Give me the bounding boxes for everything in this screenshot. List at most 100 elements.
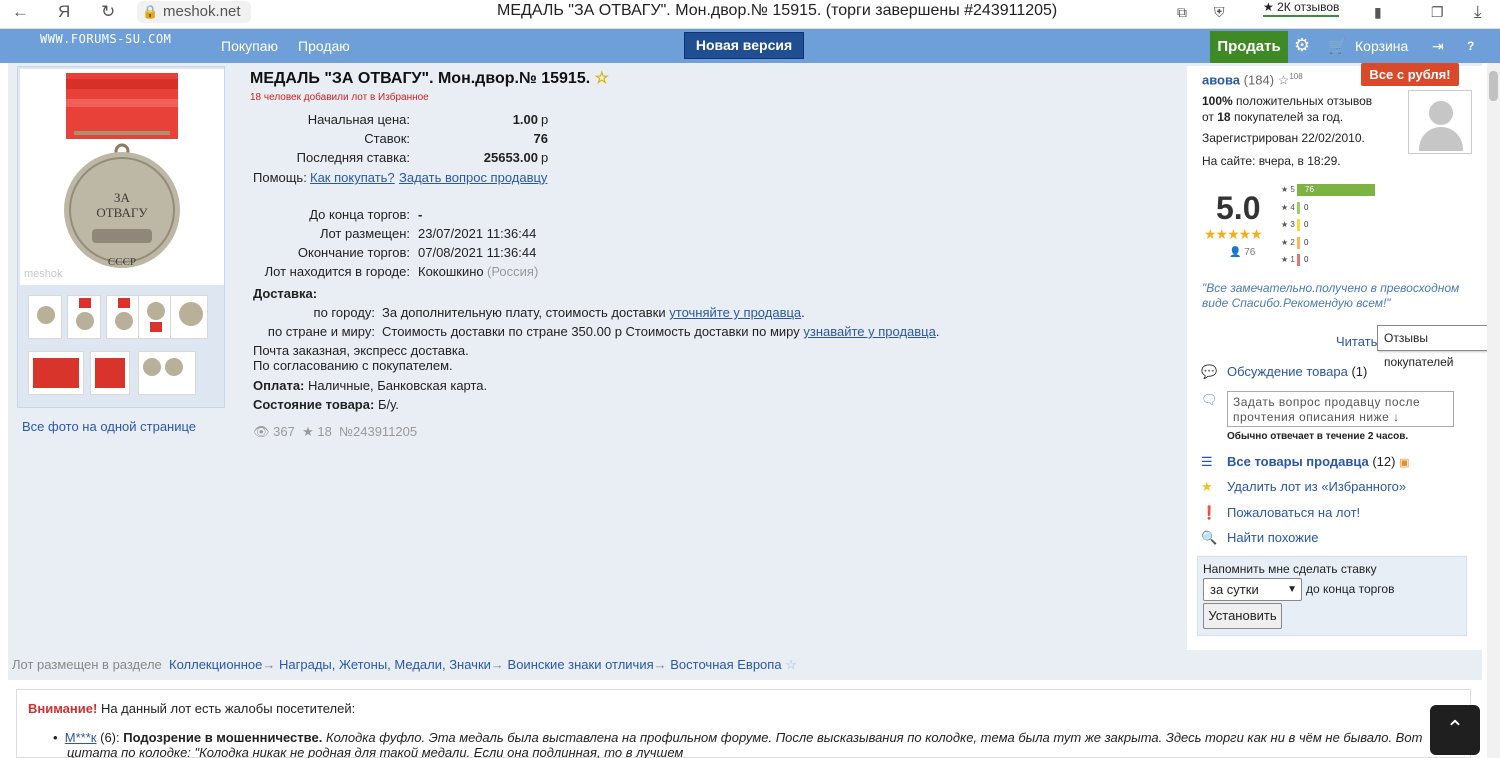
favorite-category-star-icon[interactable]: ☆ [785,657,797,672]
bookmark-icon[interactable]: ▮ [1374,4,1382,21]
avatar[interactable] [1408,90,1472,154]
medal-text-otvagu: ОТВАГУ [96,205,148,220]
browser-toolbar: ← Я ↻ 🔒 meshok.net МЕДАЛЬ "ЗА ОТВАГУ". М… [0,0,1500,29]
set-reminder-button[interactable]: Установить [1203,603,1282,629]
breadcrumb-item[interactable]: Награды, Жетоны, Медали, Значки [279,657,491,672]
delivery-label: Доставка: [253,286,318,301]
reviews-tooltip: Отзывы покупателей [1377,325,1500,369]
last-bid-value: 25653.00 [483,150,538,165]
ask-seller-link[interactable]: Задать вопрос продавцу [399,170,547,185]
thumbnail[interactable] [170,295,208,339]
remove-favorite-link[interactable]: Удалить лот из «Избранного» [1227,479,1406,494]
review-quote: "Все замечательно.получено в превосходно… [1202,281,1460,310]
thumbnail[interactable] [67,295,101,339]
end-label: Окончание торгов: [297,245,410,260]
find-out-seller-link[interactable]: узнавайте у продавца [803,324,936,339]
breadcrumb-item[interactable]: Воинские знаки отличия [508,657,654,672]
views-count: 367 [273,424,295,439]
rating-count-row: 👤 76 [1229,247,1256,258]
breadcrumb-item[interactable]: Коллекционное [169,657,262,672]
thumbnail[interactable] [138,295,172,339]
ask-question-input[interactable]: Задать вопрос продавцу после прочтения о… [1227,391,1454,427]
response-note: Обычно отвечает в течение 2 часов. [1227,431,1409,442]
nav-sell[interactable]: Продаю [298,38,350,54]
seller-count: (184) [1243,72,1275,88]
rss-icon[interactable]: ▣ [1399,457,1409,469]
clarify-seller-link[interactable]: уточняйте у продавца [669,305,801,320]
condition-row: Состояние товара: Б/у. [253,397,399,412]
logout-icon[interactable]: ⇥ [1432,38,1444,55]
complain-link[interactable]: Пожаловаться на лот! [1227,505,1360,520]
thumbnail[interactable] [106,295,140,339]
post-note: Почта заказная, экспресс доставка. [253,343,469,358]
lot-number: №243911205 [339,424,418,439]
favorites-note: 18 человек добавили лот в Избранное [250,92,429,103]
download-icon[interactable]: ⤓ [1474,2,1482,22]
complaints-box: Внимание! На данный лот есть жалобы посе… [16,689,1471,758]
country-delivery-text: Стоимость доставки по стране 350.00 р Ст… [382,324,940,339]
photo-watermark: meshok [24,268,63,280]
positive-row: 100% положительных отзывов [1202,94,1373,108]
favorite-star-icon[interactable]: ☆ [595,70,609,87]
help-label: Помощь: [253,170,307,185]
photo-gallery: ЗА ОТВАГУ СССР meshok [17,66,225,408]
start-price-value: 1.00 [512,112,538,127]
bids-label: Ставок: [364,131,410,146]
reload-icon[interactable]: ↻ [101,2,115,22]
last-bid-label: Последняя ставка: [296,150,410,165]
extensions-icon[interactable]: ⧉ [1177,4,1187,21]
scrollbar[interactable] [1487,63,1500,758]
main-photo[interactable]: ЗА ОТВАГУ СССР meshok [20,69,224,285]
thumbnail[interactable] [138,351,196,395]
lot-title: МЕДАЛЬ "ЗА ОТВАГУ". Мон.двор.№ 15915. ☆ [250,70,609,87]
breadcrumb-item[interactable]: Восточная Европа [670,657,781,672]
ends-value: - [418,207,423,222]
gear-icon[interactable]: ⚙ [1294,35,1310,56]
url-text[interactable]: meshok.net [163,3,241,20]
breadcrumb: Лот размещен в разделе Коллекционное→ На… [12,657,797,672]
start-price-label: Начальная цена: [307,112,410,127]
buyers-row: от 18 покупателей за год. [1202,110,1344,124]
nav-buy[interactable]: Покупаю [221,38,278,54]
city-value: Кокошкино [418,264,484,279]
medal-text-ussr: СССР [108,256,136,268]
new-version-button[interactable]: Новая версия [684,32,804,59]
collections-icon[interactable]: ❐ [1431,4,1444,21]
thumbnail[interactable] [90,351,130,395]
all-photos-link[interactable]: Все фото на одной странице [22,419,196,434]
complaints-intro: Внимание! На данный лот есть жалобы посе… [28,701,356,716]
thumbnail[interactable] [28,295,62,339]
thumbnail[interactable] [28,351,84,395]
reviews-badge[interactable]: ★ 2К отзывов [1263,0,1340,17]
cart-link[interactable]: Корзина [1355,38,1408,54]
list-icon: ☰ [1201,454,1213,469]
complaint-text-cont: цитата по колодке: "Колодка никак не род… [67,745,684,758]
protect-icon[interactable]: ⛨ [1214,4,1225,21]
complainant-link[interactable]: М***к [65,730,97,745]
help-icon[interactable]: ? [1467,39,1474,53]
back-icon[interactable]: ← [12,2,29,22]
seller-star-num: 108 [1289,72,1303,81]
seller-name[interactable]: авова [1202,72,1240,87]
person-icon: 👤 [1229,247,1242,258]
hist-count: 0 [1304,255,1309,264]
all-goods-link[interactable]: Все товары продавца (12) ▣ [1227,454,1410,469]
read-reviews-link[interactable]: Читать [1336,334,1377,349]
currency: р [541,150,549,165]
reminder-select[interactable]: за сутки ▼ [1203,578,1302,601]
placed-label: Лот размещен: [319,226,410,241]
discussion-link[interactable]: Обсуждение товара (1) [1227,364,1367,379]
yandex-icon[interactable]: Я [58,2,70,22]
sell-button[interactable]: Продать [1210,31,1288,63]
hist-star-label: ★ 1 [1281,255,1295,264]
all-from-ruble-badge[interactable]: Все с рубля! [1361,63,1459,86]
find-similar-link[interactable]: Найти похожие [1227,530,1318,545]
how-to-buy-link[interactable]: Как покупать? [310,170,395,185]
scroll-top-button[interactable]: ⌃ [1430,705,1480,755]
star-icon: ★ [1201,479,1213,494]
cart-icon[interactable]: 🛒 [1328,37,1347,55]
seller-name-row: авова (184) ☆108 [1202,72,1303,88]
hist-star-label: ★ 3 [1281,220,1295,229]
eye-icon: 👁 [253,424,270,439]
discussion-icon: 💬 [1201,364,1218,379]
